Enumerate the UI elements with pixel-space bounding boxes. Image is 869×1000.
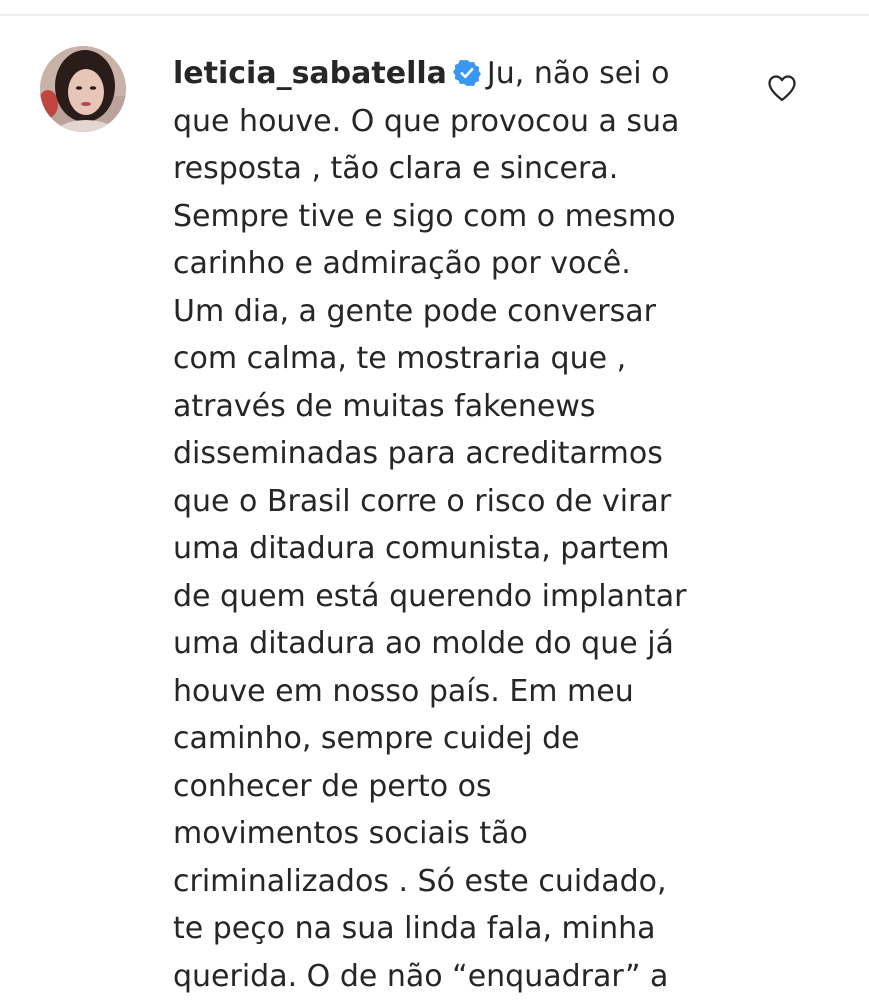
username-link[interactable]: leticia_sabatella bbox=[173, 56, 447, 91]
avatar[interactable] bbox=[40, 46, 126, 132]
comment: leticia_sabatella Ju, não sei o que houv… bbox=[0, 0, 869, 1000]
avatar-image bbox=[40, 46, 126, 132]
verified-badge-icon bbox=[452, 54, 481, 87]
heart-outline-icon bbox=[768, 75, 796, 101]
comment-text: Ju, não sei o que houve. O que provocou … bbox=[173, 56, 687, 994]
comment-body: leticia_sabatella Ju, não sei o que houv… bbox=[173, 50, 753, 1000]
like-button[interactable] bbox=[764, 70, 800, 106]
